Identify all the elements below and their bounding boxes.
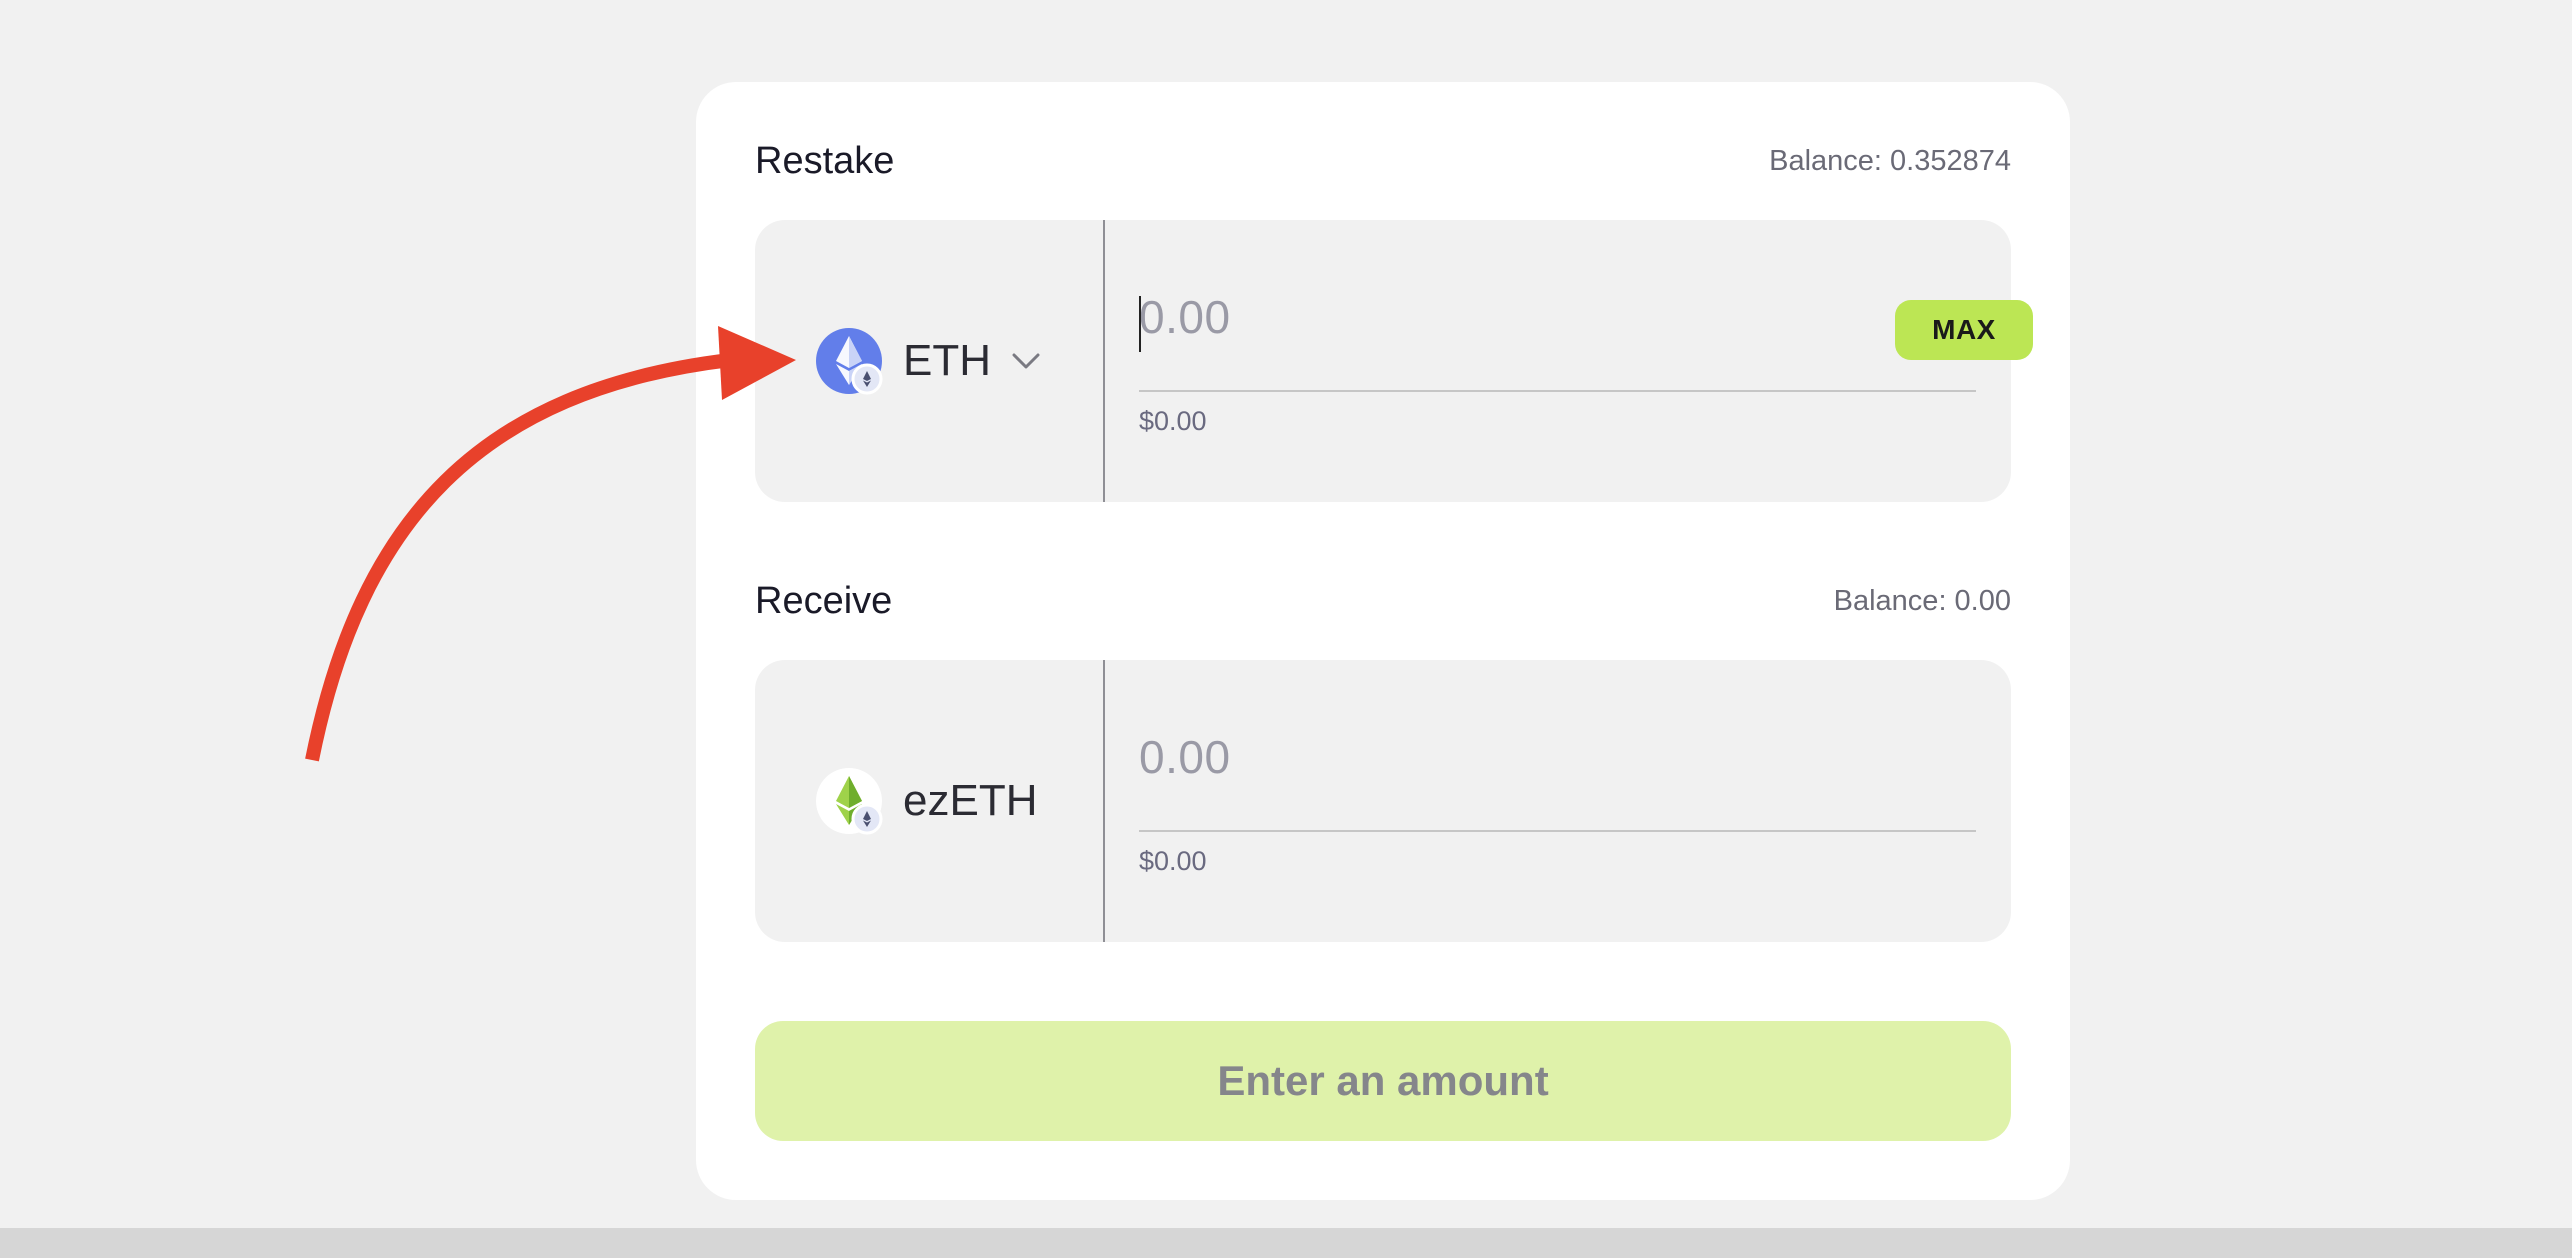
receive-usd-value: $0.00 xyxy=(1139,846,1207,876)
bottom-scrollbar xyxy=(0,1228,2572,1258)
page: Restake Balance: 0.352874 ETH 0.00 $0.00… xyxy=(0,0,2572,1258)
panel-divider xyxy=(1103,220,1105,502)
restake-title: Restake xyxy=(755,140,895,182)
max-button[interactable]: MAX xyxy=(1895,300,2033,360)
text-cursor xyxy=(1139,296,1141,352)
token-selector[interactable]: ETH xyxy=(815,220,1041,502)
amount-underline xyxy=(1139,390,1976,392)
chevron-down-icon[interactable] xyxy=(1011,351,1041,371)
receive-panel: ezETH 0.00 $0.00 xyxy=(755,660,2011,942)
receive-balance: Balance: 0.00 xyxy=(1833,585,2011,617)
restake-panel: ETH 0.00 $0.00 MAX xyxy=(755,220,2033,502)
restake-amount-input[interactable]: 0.00 xyxy=(1139,290,1231,344)
eth-icon xyxy=(815,327,883,395)
panel-divider xyxy=(1103,660,1105,942)
amount-underline xyxy=(1139,830,1976,832)
receive-token: ezETH xyxy=(815,660,1037,942)
ezeth-icon xyxy=(815,767,883,835)
restake-card: Restake Balance: 0.352874 ETH 0.00 $0.00… xyxy=(696,82,2070,1200)
receive-amount-output: 0.00 xyxy=(1139,731,1231,783)
enter-amount-button[interactable]: Enter an amount xyxy=(755,1021,2011,1141)
restake-token-symbol: ETH xyxy=(903,336,991,385)
receive-token-symbol: ezETH xyxy=(903,776,1038,825)
receive-header: Receive Balance: 0.00 xyxy=(755,580,2011,623)
restake-header: Restake Balance: 0.352874 xyxy=(755,140,2011,183)
receive-title: Receive xyxy=(755,580,893,622)
restake-balance: Balance: 0.352874 xyxy=(1769,145,2011,177)
restake-usd-value: $0.00 xyxy=(1139,406,1207,436)
